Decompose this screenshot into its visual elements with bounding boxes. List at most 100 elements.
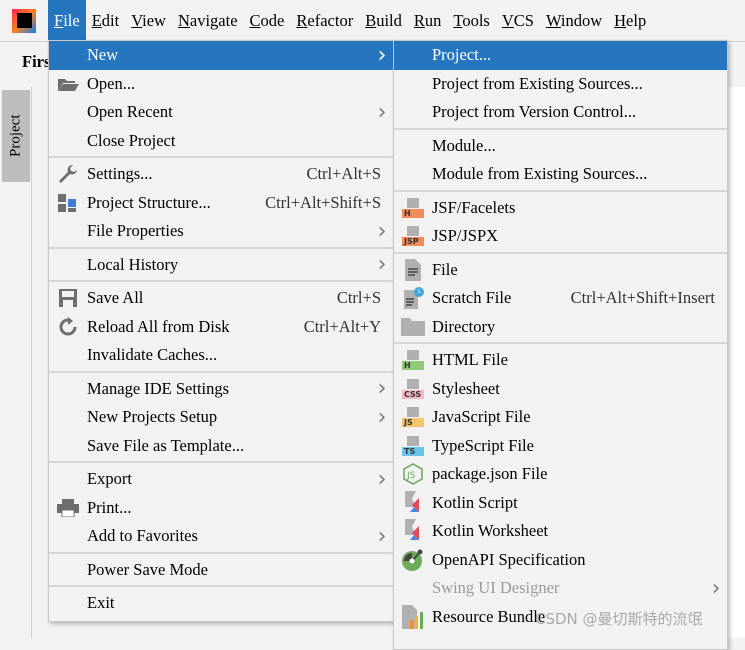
menu-refactor[interactable]: Refactor: [290, 0, 359, 42]
menu-item-label: Project...: [432, 45, 492, 65]
project-structure-icon: [49, 189, 87, 218]
menu-item-add-to-favorites[interactable]: Add to Favorites ›: [49, 522, 393, 551]
menu-item-module-from-existing-sources[interactable]: Module from Existing Sources...: [394, 160, 727, 189]
menu-item-package-json-file[interactable]: JS package.json File: [394, 460, 727, 489]
scratch-file-icon: [394, 284, 432, 313]
icon-placeholder: [49, 403, 87, 432]
menu-item-label: Module...: [432, 135, 496, 155]
menu-run[interactable]: Run: [408, 0, 448, 42]
shortcut-label: Ctrl+Alt+Shift+S: [265, 192, 381, 212]
menu-item-label: Open...: [87, 73, 136, 93]
icon-placeholder: [394, 70, 432, 99]
html-file-icon: H: [394, 346, 432, 375]
menu-item-label: Project Structure...: [87, 192, 211, 212]
directory-icon: [394, 313, 432, 342]
menu-item-jsf-facelets[interactable]: H JSF/Facelets: [394, 194, 727, 223]
menu-item-open[interactable]: Open...: [49, 70, 393, 99]
chevron-right-icon: ›: [711, 575, 721, 601]
menu-item-local-history[interactable]: Local History ›: [49, 251, 393, 280]
wrench-icon: [49, 160, 87, 189]
menu-edit[interactable]: Edit: [86, 0, 126, 42]
menu-item-stylesheet[interactable]: CSS Stylesheet: [394, 375, 727, 404]
file-menu: New › Open... Open Recent › Close Project Sett…: [48, 40, 394, 622]
menu-item-label: JavaScript File: [432, 407, 531, 427]
menu-item-directory[interactable]: Directory: [394, 313, 727, 342]
menu-item-save-file-as-template[interactable]: Save File as Template...: [49, 432, 393, 461]
css-file-icon: CSS: [394, 375, 432, 404]
menu-tools[interactable]: Tools: [447, 0, 495, 42]
menu-item-module[interactable]: Module...: [394, 132, 727, 161]
menu-navigate[interactable]: Navigate: [172, 0, 244, 42]
menu-code[interactable]: Code: [244, 0, 291, 42]
menu-vcs[interactable]: VCS: [496, 0, 540, 42]
menu-item-exit[interactable]: Exit: [49, 589, 393, 618]
menu-item-power-save-mode[interactable]: Power Save Mode: [49, 556, 393, 585]
menu-item-new-projects-setup[interactable]: New Projects Setup ›: [49, 403, 393, 432]
jsp-file-icon: JSP: [394, 222, 432, 251]
icon-placeholder: [49, 375, 87, 404]
breadcrumb[interactable]: Firs: [22, 52, 50, 72]
menu-item-label: Module from Existing Sources...: [432, 164, 648, 184]
icon-placeholder: [394, 574, 432, 603]
menu-help[interactable]: Help: [608, 0, 652, 42]
menu-item-project-from-version-control[interactable]: Project from Version Control...: [394, 98, 727, 127]
resource-bundle-icon: [394, 603, 432, 632]
menu-item-file[interactable]: File: [394, 256, 727, 285]
menu-item-openapi-specification[interactable]: OpenAPI Specification: [394, 546, 727, 575]
menu-item-project-from-existing-sources[interactable]: Project from Existing Sources...: [394, 70, 727, 99]
menu-item-invalidate-caches[interactable]: Invalidate Caches...: [49, 341, 393, 370]
menu-item-project[interactable]: Project...: [394, 41, 727, 70]
icon-placeholder: [49, 41, 87, 70]
menu-item-label: Exit: [87, 593, 115, 613]
menu-item-javascript-file[interactable]: JS JavaScript File: [394, 403, 727, 432]
menu-window[interactable]: Window: [540, 0, 608, 42]
chevron-right-icon: ›: [377, 252, 387, 278]
menu-item-label: package.json File: [432, 464, 548, 484]
menu-item-close-project[interactable]: Close Project: [49, 127, 393, 156]
menu-item-label: Manage IDE Settings: [87, 378, 230, 398]
menu-item-label: Swing UI Designer: [432, 578, 560, 598]
menu-item-label: TypeScript File: [432, 435, 534, 455]
menu-item-label: Add to Favorites: [87, 526, 198, 546]
icon-placeholder: [49, 432, 87, 461]
menu-item-label: Settings...: [87, 164, 153, 184]
menu-item-manage-ide-settings[interactable]: Manage IDE Settings ›: [49, 375, 393, 404]
menu-item-label: File Properties: [87, 221, 184, 241]
menu-item-open-recent[interactable]: Open Recent ›: [49, 98, 393, 127]
icon-placeholder: [394, 132, 432, 161]
menu-item-print[interactable]: Print...: [49, 494, 393, 523]
menu-item-typescript-file[interactable]: TS TypeScript File: [394, 432, 727, 461]
menu-item-export[interactable]: Export ›: [49, 465, 393, 494]
menu-item-label: OpenAPI Specification: [432, 549, 586, 569]
svg-text:JS: JS: [406, 471, 416, 481]
menu-item-kotlin-script[interactable]: Kotlin Script: [394, 489, 727, 518]
menu-item-label: Stylesheet: [432, 378, 500, 398]
chevron-right-icon: ›: [377, 218, 387, 244]
menu-file[interactable]: File: [48, 0, 86, 42]
menu-build[interactable]: Build: [359, 0, 408, 42]
menu-item-scratch-file[interactable]: Scratch File Ctrl+Alt+Shift+Insert: [394, 284, 727, 313]
openapi-icon: [394, 546, 432, 575]
menu-item-jsp-jspx[interactable]: JSP JSP/JSPX: [394, 222, 727, 251]
menu-item-label: Print...: [87, 497, 132, 517]
icon-placeholder: [394, 160, 432, 189]
icon-placeholder: [49, 341, 87, 370]
menu-item-reload-all-from-disk[interactable]: Reload All from Disk Ctrl+Alt+Y: [49, 313, 393, 342]
menu-item-file-properties[interactable]: File Properties ›: [49, 217, 393, 246]
menu-item-settings[interactable]: Settings... Ctrl+Alt+S: [49, 160, 393, 189]
kotlin-icon: [394, 517, 432, 546]
menu-item-html-file[interactable]: H HTML File: [394, 346, 727, 375]
menu-item-label: Save File as Template...: [87, 435, 245, 455]
menu-item-new[interactable]: New ›: [49, 41, 393, 70]
menu-view[interactable]: View: [125, 0, 172, 42]
icon-placeholder: [49, 465, 87, 494]
chevron-right-icon: ›: [377, 466, 387, 492]
menu-item-save-all[interactable]: Save All Ctrl+S: [49, 284, 393, 313]
project-tool-tab[interactable]: Project: [2, 90, 30, 182]
save-icon: [49, 284, 87, 313]
menu-item-kotlin-worksheet[interactable]: Kotlin Worksheet: [394, 517, 727, 546]
editor-area[interactable]: [727, 87, 745, 638]
menu-item-label: File: [432, 259, 458, 279]
menu-item-label: Save All: [87, 288, 144, 308]
menu-item-project-structure[interactable]: Project Structure... Ctrl+Alt+Shift+S: [49, 189, 393, 218]
